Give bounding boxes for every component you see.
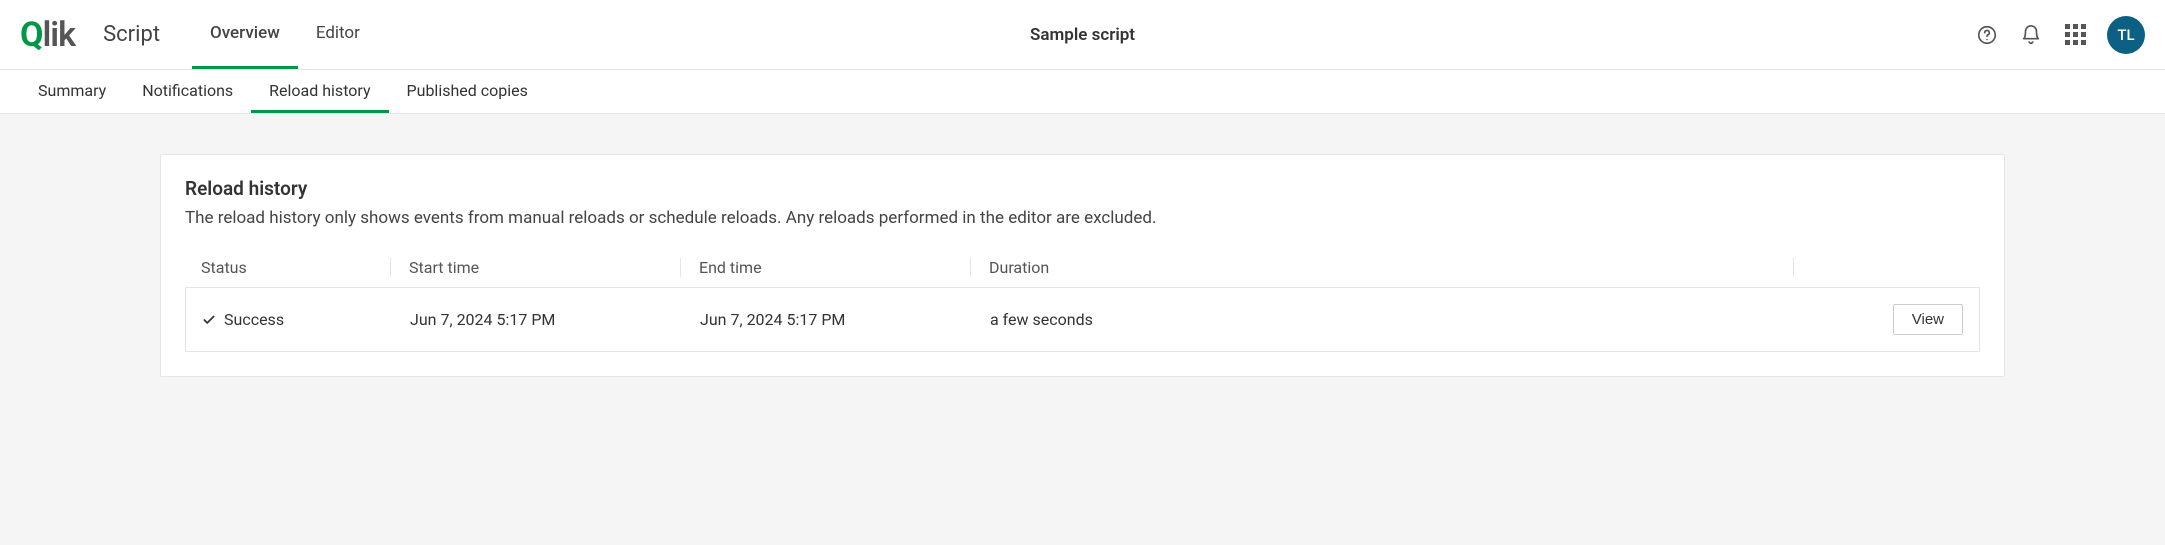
tab-overview-label: Overview [210,23,280,43]
col-header-end-time[interactable]: End time [681,258,971,277]
card-title: Reload history [185,177,1980,200]
main-tabs: Overview Editor [192,0,378,69]
top-bar: Qlik Script Overview Editor Sample scrip… [0,0,2165,70]
bell-icon[interactable] [2019,23,2043,47]
top-right-controls: TL [1975,16,2145,54]
col-header-start-time[interactable]: Start time [391,258,681,277]
subtab-published-copies-label: Published copies [407,81,528,100]
table-header-row: Status Start time End time Duration [185,248,1980,288]
subtab-summary[interactable]: Summary [20,70,124,113]
reload-history-table: Status Start time End time Duration Succ… [185,248,1980,352]
user-initials: TL [2117,26,2134,44]
brand-logo[interactable]: Qlik [20,15,75,55]
subtab-notifications-label: Notifications [142,81,233,100]
page-title: Sample script [1030,25,1135,45]
cell-action: View [1793,304,1963,335]
logo-text-q: Q [20,15,42,55]
reload-history-card: Reload history The reload history only s… [160,154,2005,377]
sub-nav: Summary Notifications Reload history Pub… [0,70,2165,114]
col-header-duration[interactable]: Duration [971,258,1794,277]
tab-editor-label: Editor [316,23,360,43]
card-description: The reload history only shows events fro… [185,208,1980,228]
status-text: Success [224,310,284,329]
col-header-status[interactable]: Status [201,258,391,277]
tab-overview[interactable]: Overview [192,0,298,69]
subtab-notifications[interactable]: Notifications [124,70,251,113]
cell-status: Success [202,310,392,329]
subtab-summary-label: Summary [38,81,106,100]
subtab-reload-history[interactable]: Reload history [251,70,388,113]
table-row: Success Jun 7, 2024 5:17 PM Jun 7, 2024 … [185,288,1980,352]
view-button[interactable]: View [1893,304,1963,335]
user-avatar[interactable]: TL [2107,16,2145,54]
app-type-label: Script [103,22,160,47]
help-icon[interactable] [1975,23,1999,47]
cell-start-time: Jun 7, 2024 5:17 PM [392,310,682,329]
app-launcher-icon[interactable] [2063,23,2087,47]
col-header-action [1794,258,1964,277]
subtab-published-copies[interactable]: Published copies [389,70,546,113]
check-icon [202,313,216,327]
subtab-reload-history-label: Reload history [269,81,370,100]
cell-duration: a few seconds [972,310,1793,329]
logo-text-rest: lik [42,15,75,55]
content-area: Reload history The reload history only s… [0,114,2165,417]
tab-editor[interactable]: Editor [298,0,378,69]
cell-end-time: Jun 7, 2024 5:17 PM [682,310,972,329]
